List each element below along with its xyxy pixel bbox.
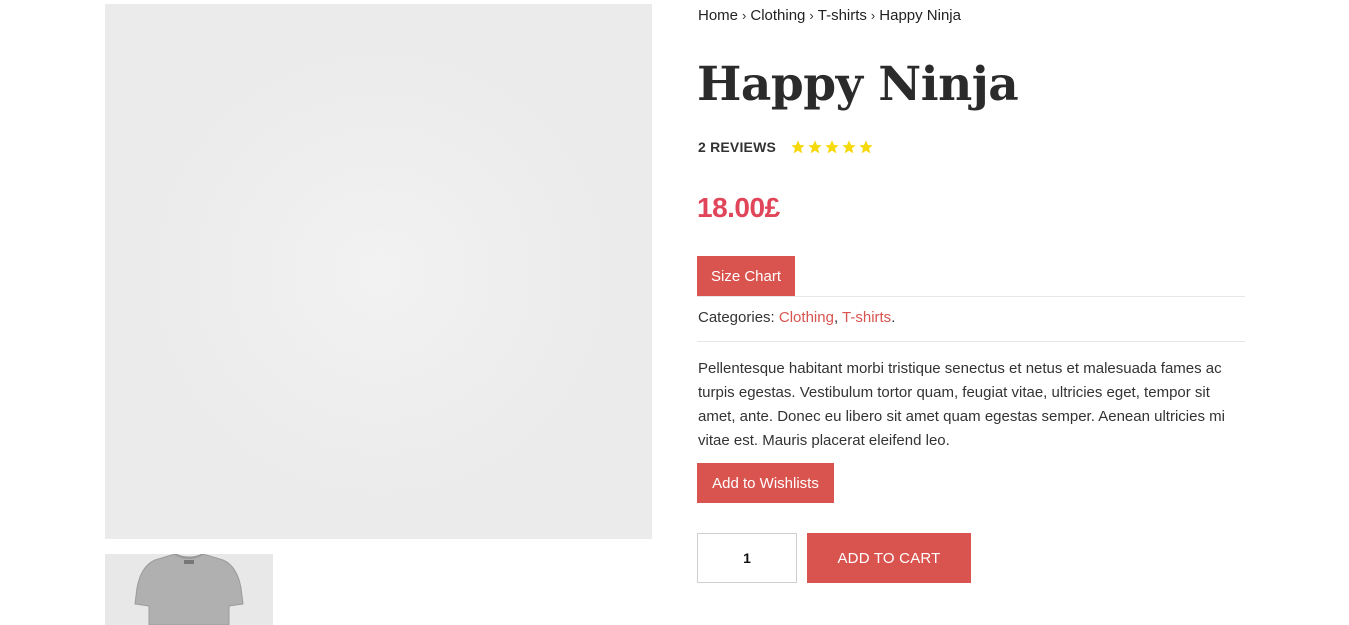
tshirt-front-illustration: W [210, 69, 550, 484]
reviews-link[interactable]: 2 REVIEWS [698, 139, 776, 155]
product-description: Pellentesque habitant morbi tristique se… [698, 360, 1225, 449]
ninja-graphic: W [319, 145, 409, 249]
breadcrumb: Home › Clothing › T-shirts › Happy Ninja [698, 7, 961, 24]
divider [697, 341, 1245, 342]
star-icon [791, 140, 805, 154]
divider [697, 296, 1245, 297]
star-icon [825, 140, 839, 154]
svg-text:W: W [366, 210, 376, 221]
tshirt-back-illustration [134, 554, 244, 625]
quantity-input[interactable] [697, 533, 797, 583]
product-price: 18.00£ [697, 192, 780, 223]
chevron-right-icon: › [870, 8, 876, 23]
star-rating [790, 139, 874, 155]
add-to-cart-button[interactable]: ADD TO CART [807, 533, 971, 583]
breadcrumb-clothing[interactable]: Clothing [750, 7, 805, 24]
breadcrumb-home[interactable]: Home [698, 7, 738, 24]
breadcrumb-tshirts[interactable]: T-shirts [818, 7, 867, 24]
star-icon [842, 140, 856, 154]
product-categories: Categories: Clothing, T-shirts. [698, 309, 896, 326]
product-title: Happy Ninja [697, 57, 1019, 112]
size-chart-button[interactable]: Size Chart [697, 256, 795, 296]
chevron-right-icon: › [742, 8, 747, 23]
product-main-image[interactable]: W [105, 4, 652, 539]
add-to-wishlist-button[interactable]: Add to Wishlists [697, 463, 834, 503]
star-icon [859, 140, 873, 154]
product-thumbnail-back[interactable] [105, 554, 273, 625]
categories-label: Categories: [698, 309, 775, 326]
category-link-tshirts[interactable]: T-shirts [842, 309, 891, 326]
category-link-clothing[interactable]: Clothing [779, 309, 834, 326]
breadcrumb-current: Happy Ninja [879, 7, 961, 24]
star-icon [808, 140, 822, 154]
chevron-right-icon: › [809, 8, 814, 23]
